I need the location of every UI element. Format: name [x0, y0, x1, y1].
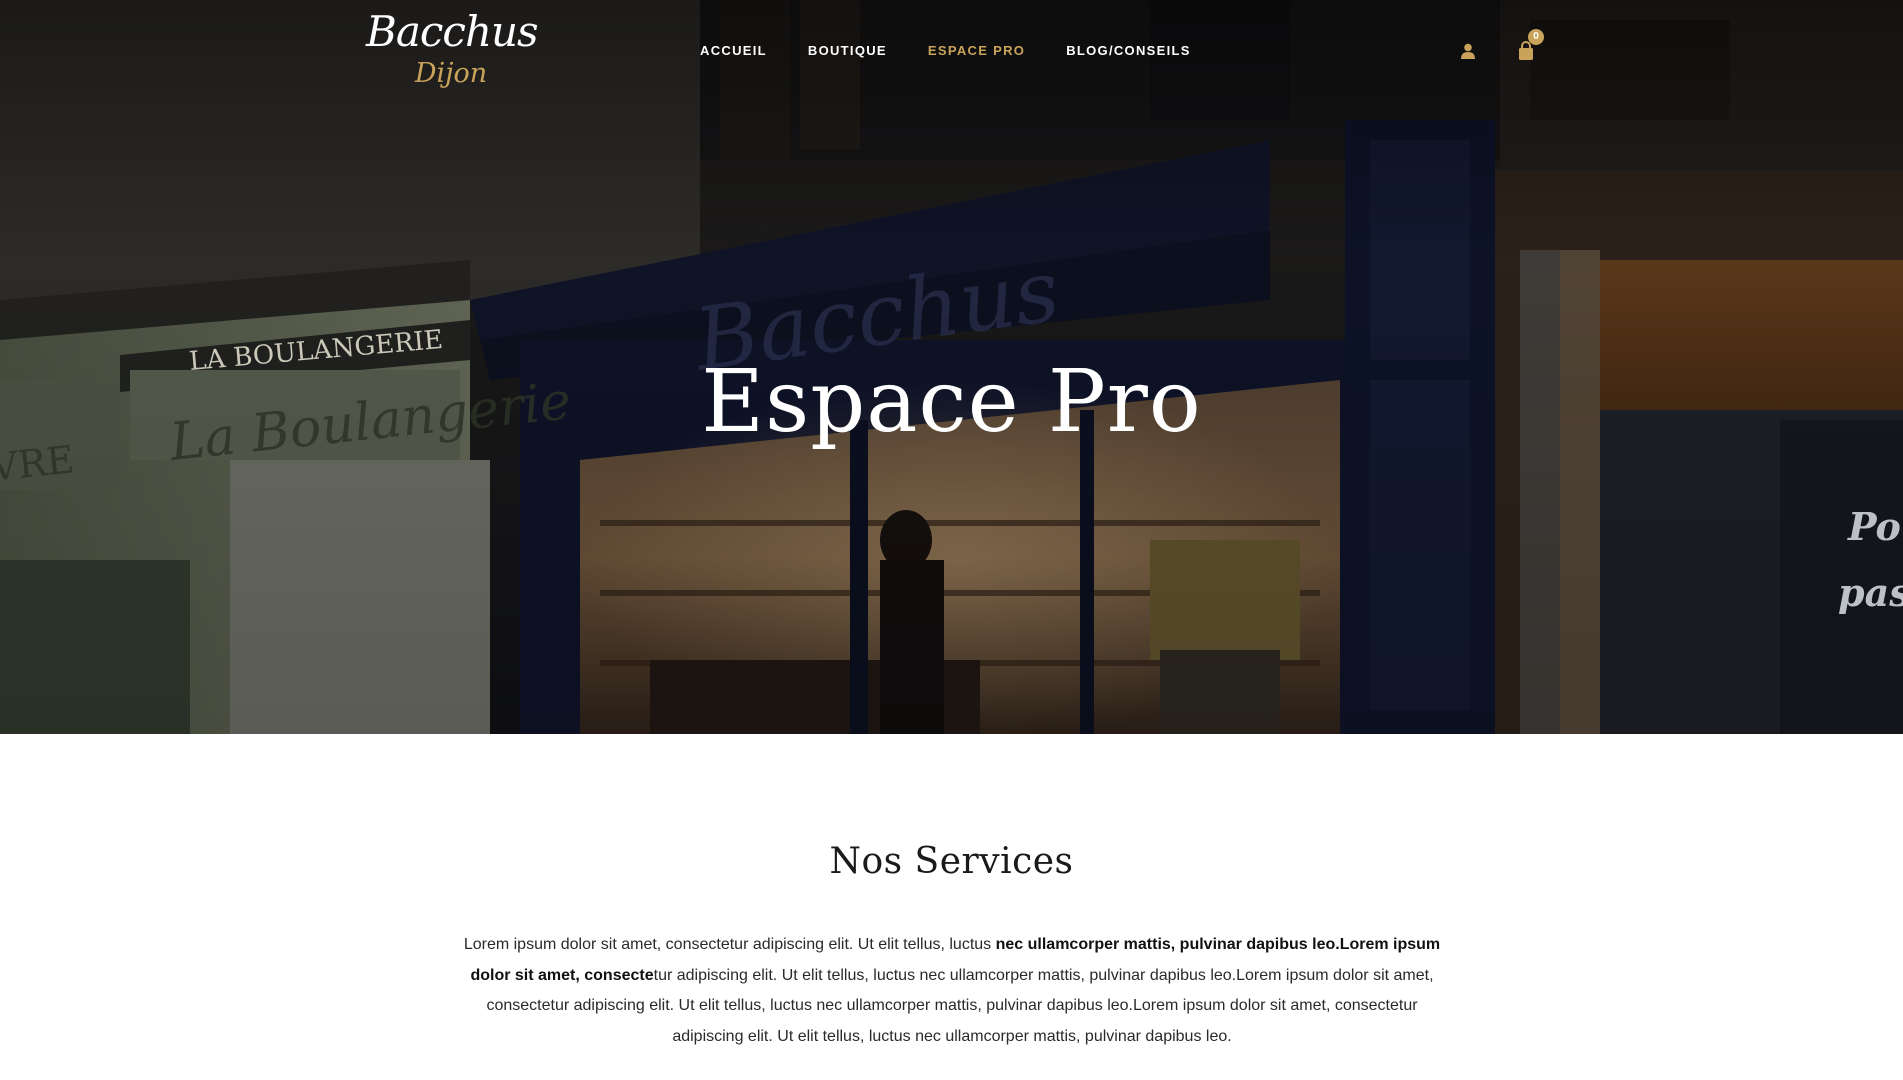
- user-icon[interactable]: [1459, 42, 1477, 60]
- nav-item-accueil[interactable]: ACCUEIL: [700, 40, 767, 62]
- right-partial-sign-1: Po: [1847, 504, 1901, 549]
- right-partial-sign-2: pas: [1838, 570, 1903, 615]
- site-header: Bacchus Dijon ACCUEIL BOUTIQUE ESPACE PR…: [0, 0, 1903, 110]
- services-text-part1: Lorem ipsum dolor sit amet, consectetur …: [463, 936, 996, 953]
- nav-item-blog-conseils[interactable]: BLOG/CONSEILS: [1066, 40, 1191, 62]
- site-logo[interactable]: Bacchus Dijon: [366, 7, 539, 94]
- page-title: Espace Pro: [701, 352, 1202, 452]
- logo-brand-name: Bacchus: [366, 7, 539, 56]
- cart-count-badge: 0: [1528, 29, 1544, 45]
- main-nav: ACCUEIL BOUTIQUE ESPACE PRO BLOG/CONSEIL…: [700, 40, 1232, 62]
- nav-item-boutique[interactable]: BOUTIQUE: [808, 40, 887, 62]
- services-paragraph: Lorem ipsum dolor sit amet, consectetur …: [452, 930, 1452, 1052]
- services-heading: Nos Services: [829, 841, 1074, 882]
- nav-item-espace-pro[interactable]: ESPACE PRO: [928, 40, 1025, 62]
- hero-section: LA BOULANGERIE La Boulangerie VRE Po pas…: [0, 0, 1903, 734]
- logo-city-name: Dijon: [414, 58, 488, 89]
